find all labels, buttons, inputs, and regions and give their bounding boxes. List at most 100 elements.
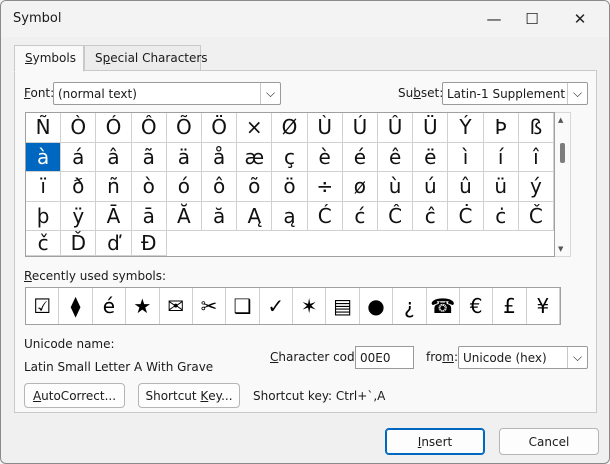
symbol-cell[interactable]: ă xyxy=(202,201,238,231)
symbol-cell[interactable]: á xyxy=(61,142,97,172)
symbol-cell[interactable]: é xyxy=(342,142,378,172)
symbol-cell[interactable]: ß xyxy=(518,113,554,143)
symbol-cell[interactable]: î xyxy=(518,142,554,172)
close-button[interactable]: ✕ xyxy=(557,1,603,37)
symbol-cell[interactable]: û xyxy=(448,172,484,202)
symbol-cell[interactable]: ć xyxy=(342,201,378,231)
symbol-cell[interactable]: ñ xyxy=(96,172,132,202)
recent-symbol-cell[interactable]: ▤ xyxy=(326,288,360,324)
recent-symbol-cell[interactable]: ¥ xyxy=(527,288,560,324)
symbol-cell[interactable]: õ xyxy=(237,172,273,202)
symbol-cell[interactable]: ê xyxy=(378,142,414,172)
recent-symbol-cell[interactable]: ¿ xyxy=(393,288,427,324)
chevron-down-icon: ⌵ xyxy=(567,83,587,104)
recent-symbol-cell[interactable]: ✉ xyxy=(160,288,193,324)
cancel-button[interactable]: Cancel xyxy=(499,428,599,455)
symbol-cell[interactable]: ö xyxy=(272,172,308,202)
symbol-grid[interactable]: Ñ Ò Ó Ô Õ Ö × Ø Ù Ú Û Ü Ý Þß à á â ã ä å æ ç è é ê ë ì í î ï ð ñ ò ó ô õ ö ÷ ø… xyxy=(25,112,555,257)
symbol-cell[interactable]: ċ xyxy=(483,201,519,231)
from-dropdown[interactable]: Unicode (hex) ⌵ xyxy=(458,346,588,369)
symbol-cell[interactable]: ą xyxy=(272,201,308,231)
symbol-cell[interactable]: Ü xyxy=(413,113,449,143)
symbol-cell[interactable]: Ā xyxy=(96,201,132,231)
symbol-cell[interactable]: Ó xyxy=(96,113,132,143)
symbol-cell[interactable]: Õ xyxy=(166,113,202,143)
symbol-cell[interactable]: à xyxy=(26,142,62,172)
symbol-cell[interactable]: Ď xyxy=(61,231,97,256)
font-dropdown[interactable]: (normal text) ⌵ xyxy=(53,82,281,105)
symbol-cell[interactable]: ä xyxy=(166,142,202,172)
tab-symbols[interactable]: Symbols xyxy=(14,45,84,72)
symbol-cell[interactable]: Û xyxy=(378,113,414,143)
symbol-cell[interactable]: ý xyxy=(518,172,554,202)
symbol-cell[interactable]: Ý xyxy=(448,113,484,143)
character-code-input[interactable]: 00E0 xyxy=(355,346,414,369)
symbol-cell[interactable]: ì xyxy=(448,142,484,172)
symbol-cell[interactable]: æ xyxy=(237,142,273,172)
symbol-cell[interactable]: ÿ xyxy=(61,201,97,231)
autocorrect-button[interactable]: AutoCorrect... xyxy=(24,383,125,408)
symbol-cell[interactable]: Ą xyxy=(237,201,273,231)
symbol-cell[interactable]: ó xyxy=(166,172,202,202)
symbol-cell[interactable]: þ xyxy=(26,201,62,231)
scroll-down-icon[interactable]: ▼ xyxy=(558,245,563,253)
character-code-label: Character code: xyxy=(270,350,367,364)
symbol-cell[interactable]: Ú xyxy=(342,113,378,143)
symbol-cell[interactable]: ï xyxy=(26,172,62,202)
symbol-cell[interactable]: è xyxy=(307,142,343,172)
symbol-cell[interactable]: Ĉ xyxy=(378,201,414,231)
symbol-cell[interactable]: ã xyxy=(131,142,167,172)
symbol-cell[interactable]: ā xyxy=(131,201,167,231)
insert-button[interactable]: Insert xyxy=(385,428,485,455)
symbol-cell[interactable]: ø xyxy=(342,172,378,202)
symbol-cell[interactable]: Ô xyxy=(131,113,167,143)
symbol-cell[interactable]: Ñ xyxy=(26,113,62,143)
symbol-cell[interactable]: Ù xyxy=(307,113,343,143)
symbol-cell[interactable]: Ò xyxy=(61,113,97,143)
symbol-grid-scrollbar[interactable]: ▲ ▼ xyxy=(555,112,571,257)
shortcut-key-button[interactable]: Shortcut Key... xyxy=(138,383,240,408)
scroll-up-icon[interactable]: ▲ xyxy=(558,116,563,124)
symbol-cell[interactable]: ò xyxy=(131,172,167,202)
symbol-cell[interactable]: Ö xyxy=(202,113,238,143)
symbol-cell[interactable]: ú xyxy=(413,172,449,202)
recent-symbol-cell[interactable]: € xyxy=(460,288,494,324)
maximize-button[interactable]: ☐ xyxy=(509,1,555,37)
symbol-cell[interactable]: ĉ xyxy=(413,201,449,231)
recent-symbol-cell[interactable]: ✂ xyxy=(193,288,227,324)
symbol-cell[interactable]: Þ xyxy=(483,113,519,143)
symbol-cell[interactable]: ô xyxy=(202,172,238,202)
symbol-cell[interactable]: × xyxy=(237,113,273,143)
recent-symbol-cell[interactable]: ✓ xyxy=(260,288,293,324)
symbol-cell[interactable]: ü xyxy=(483,172,519,202)
recent-symbol-cell[interactable]: ✶ xyxy=(293,288,327,324)
symbol-cell[interactable]: Đ xyxy=(131,231,167,256)
symbol-cell[interactable]: č xyxy=(26,231,62,256)
symbol-cell[interactable]: ù xyxy=(378,172,414,202)
recent-symbol-cell[interactable]: ❑ xyxy=(226,288,260,324)
symbol-cell[interactable]: í xyxy=(483,142,519,172)
recent-symbol-cell[interactable]: é xyxy=(93,288,127,324)
symbol-cell[interactable]: ÷ xyxy=(307,172,343,202)
scroll-thumb[interactable] xyxy=(560,143,565,163)
symbol-cell[interactable]: Ø xyxy=(272,113,308,143)
tab-special-characters[interactable]: Special Characters xyxy=(84,45,208,71)
subset-dropdown[interactable]: Latin-1 Supplement ⌵ xyxy=(442,82,588,105)
symbol-cell[interactable]: ç xyxy=(272,142,308,172)
recent-symbol-cell[interactable]: ★ xyxy=(126,288,160,324)
symbol-cell[interactable]: Ă xyxy=(166,201,202,231)
recent-symbol-cell[interactable]: ☎ xyxy=(427,288,460,324)
symbol-cell[interactable]: Ć xyxy=(307,201,343,231)
symbol-cell[interactable]: Č xyxy=(518,201,554,231)
recent-symbols-grid[interactable]: ☑ ⧫ é ★ ✉ ✂ ❑ ✓ ✶ ▤ ● ¿ ☎ € £ ¥ xyxy=(25,287,561,325)
symbol-cell[interactable]: ð xyxy=(61,172,97,202)
symbol-cell[interactable]: â xyxy=(96,142,132,172)
recent-symbol-cell[interactable]: £ xyxy=(493,288,527,324)
recent-symbol-cell[interactable]: ● xyxy=(360,288,394,324)
symbol-cell[interactable]: ë xyxy=(413,142,449,172)
recent-symbol-cell[interactable]: ☑ xyxy=(26,288,60,324)
symbol-cell[interactable]: Ċ xyxy=(448,201,484,231)
symbol-cell[interactable]: å xyxy=(202,142,238,172)
symbol-cell[interactable]: ď xyxy=(96,231,132,256)
recent-symbol-cell[interactable]: ⧫ xyxy=(59,288,93,324)
